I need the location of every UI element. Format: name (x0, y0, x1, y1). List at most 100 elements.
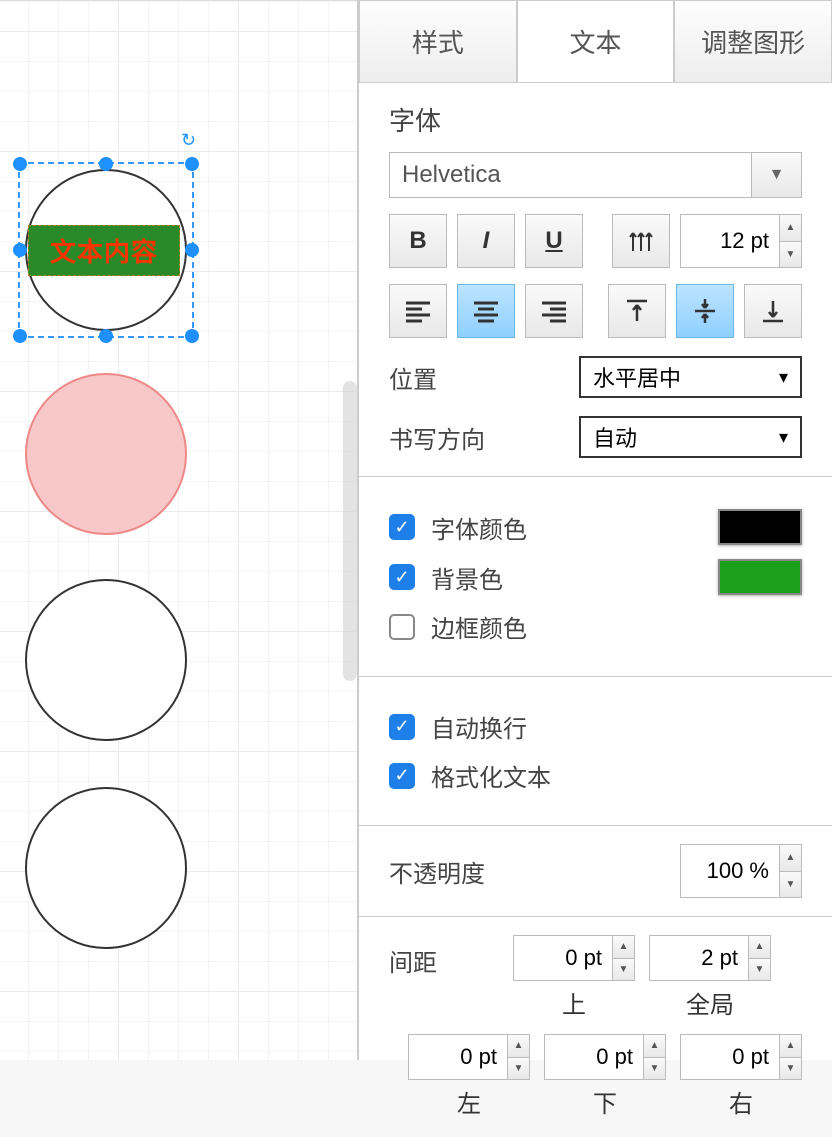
font-size-spinner[interactable]: ▲▼ (780, 214, 802, 268)
opacity-label: 不透明度 (389, 854, 485, 889)
spacing-global-label: 全局 (686, 985, 734, 1020)
tab-adjust-shape[interactable]: 调整图形 (674, 0, 832, 82)
spacing-right-input[interactable] (680, 1034, 780, 1080)
valign-middle-button[interactable] (676, 284, 734, 338)
tab-style[interactable]: 样式 (359, 0, 517, 82)
font-family-value[interactable]: Helvetica (389, 152, 752, 198)
valign-middle-icon (689, 295, 721, 327)
background-color-checkbox[interactable]: ✓ (389, 564, 415, 590)
writing-direction-select[interactable]: 自动 ▾ (579, 416, 802, 458)
spacing-section: 间距 ▲▼ 上 ▲▼ 全局 ▲▼ (359, 917, 832, 1137)
shape-circle-2[interactable] (25, 373, 187, 535)
opacity-spinner[interactable]: ▲▼ (780, 844, 802, 898)
resize-handle-tm[interactable] (99, 157, 113, 171)
formatted-text-label: 格式化文本 (431, 758, 551, 793)
font-label: 字体 (389, 101, 802, 138)
spinner-down-icon[interactable]: ▼ (780, 872, 801, 898)
spinner-up-icon[interactable]: ▲ (644, 1035, 665, 1058)
dropdown-arrow-icon[interactable]: ▼ (752, 152, 802, 198)
spinner-down-icon[interactable]: ▼ (644, 1058, 665, 1080)
formatted-text-checkbox[interactable]: ✓ (389, 763, 415, 789)
resize-handle-mr[interactable] (185, 243, 199, 257)
resize-handle-tr[interactable] (185, 157, 199, 171)
background-color-swatch[interactable] (718, 559, 802, 595)
spinner-up-icon[interactable]: ▲ (508, 1035, 529, 1058)
spinner-down-icon[interactable]: ▼ (508, 1058, 529, 1080)
valign-bottom-icon (757, 295, 789, 327)
vertical-text-button[interactable] (612, 214, 670, 268)
selection-box: ↻ (18, 162, 194, 338)
border-color-checkbox[interactable] (389, 614, 415, 640)
spinner-down-icon[interactable]: ▼ (749, 959, 770, 981)
resize-handle-ml[interactable] (13, 243, 27, 257)
align-right-button[interactable] (525, 284, 583, 338)
spinner-up-icon[interactable]: ▲ (780, 845, 801, 872)
italic-button[interactable]: I (457, 214, 515, 268)
auto-wrap-label: 自动换行 (431, 709, 527, 744)
align-left-icon (402, 295, 434, 327)
chevron-down-icon: ▾ (779, 427, 788, 448)
spacing-left-label: 左 (457, 1084, 481, 1119)
rotate-handle[interactable]: ↻ (181, 130, 199, 148)
spinner-up-icon[interactable]: ▲ (780, 215, 801, 242)
align-center-icon (470, 295, 502, 327)
spinner-up-icon[interactable]: ▲ (749, 936, 770, 959)
opacity-section: 不透明度 ▲▼ (359, 826, 832, 917)
font-color-label: 字体颜色 (431, 510, 527, 545)
writing-direction-label: 书写方向 (389, 420, 559, 455)
spacing-right-spinner[interactable]: ▲▼ (780, 1034, 802, 1080)
vertical-scrollbar[interactable] (343, 381, 357, 681)
position-select[interactable]: 水平居中 ▾ (579, 356, 802, 398)
shape-circle-3[interactable] (25, 579, 187, 741)
spacing-top-label: 上 (562, 985, 586, 1020)
background-color-label: 背景色 (431, 560, 503, 595)
font-color-checkbox[interactable]: ✓ (389, 514, 415, 540)
position-value: 水平居中 (593, 361, 681, 393)
spacing-bottom-input[interactable] (544, 1034, 644, 1080)
resize-handle-br[interactable] (185, 329, 199, 343)
resize-handle-bl[interactable] (13, 329, 27, 343)
valign-top-button[interactable] (608, 284, 666, 338)
spacing-bottom-spinner[interactable]: ▲▼ (644, 1034, 666, 1080)
font-size-input[interactable] (680, 214, 780, 268)
spinner-up-icon[interactable]: ▲ (613, 936, 634, 959)
wrap-section: ✓ 自动换行 ✓ 格式化文本 (359, 677, 832, 826)
align-left-button[interactable] (389, 284, 447, 338)
shape-circle-4[interactable] (25, 787, 187, 949)
auto-wrap-checkbox[interactable]: ✓ (389, 714, 415, 740)
align-center-button[interactable] (457, 284, 515, 338)
sidebar-panel: 样式 文本 调整图形 字体 Helvetica ▼ B I U ▲▼ (358, 0, 832, 1060)
opacity-input[interactable] (680, 844, 780, 898)
resize-handle-tl[interactable] (13, 157, 27, 171)
font-family-select[interactable]: Helvetica ▼ (389, 152, 802, 198)
font-section: 字体 Helvetica ▼ B I U ▲▼ (359, 83, 832, 477)
spacing-left-spinner[interactable]: ▲▼ (508, 1034, 530, 1080)
spacing-top-spinner[interactable]: ▲▼ (613, 935, 635, 981)
canvas[interactable]: 文本内容 ↻ (0, 0, 358, 1060)
spinner-down-icon[interactable]: ▼ (780, 1058, 801, 1080)
font-color-swatch[interactable] (718, 509, 802, 545)
chevron-down-icon: ▾ (779, 367, 788, 388)
tabs: 样式 文本 调整图形 (359, 0, 832, 83)
valign-top-icon (621, 295, 653, 327)
spacing-right-label: 右 (729, 1084, 753, 1119)
bold-button[interactable]: B (389, 214, 447, 268)
spacing-label: 间距 (389, 935, 499, 978)
spacing-top-input[interactable] (513, 935, 613, 981)
align-right-icon (538, 295, 570, 327)
border-color-label: 边框颜色 (431, 609, 527, 644)
spinner-down-icon[interactable]: ▼ (613, 959, 634, 981)
resize-handle-bm[interactable] (99, 329, 113, 343)
valign-bottom-button[interactable] (744, 284, 802, 338)
spinner-down-icon[interactable]: ▼ (780, 242, 801, 268)
writing-direction-value: 自动 (593, 421, 637, 453)
position-label: 位置 (389, 360, 559, 395)
spinner-up-icon[interactable]: ▲ (780, 1035, 801, 1058)
spacing-global-spinner[interactable]: ▲▼ (749, 935, 771, 981)
color-section: ✓ 字体颜色 ✓ 背景色 边框颜色 (359, 477, 832, 677)
tab-text[interactable]: 文本 (517, 0, 675, 82)
vertical-arrows-icon (625, 225, 657, 257)
spacing-global-input[interactable] (649, 935, 749, 981)
underline-button[interactable]: U (525, 214, 583, 268)
spacing-left-input[interactable] (408, 1034, 508, 1080)
